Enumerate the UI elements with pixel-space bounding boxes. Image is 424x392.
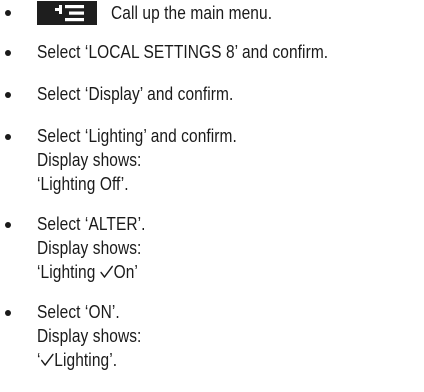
step-text: Select ‘ALTER’. [37,214,146,234]
bullet [5,92,11,98]
display-value: ‘Lighting’. [37,348,117,372]
step-text: Select ‘ON’. [37,302,120,322]
display-shows-label: Display shows: [37,326,142,346]
bullet [5,134,11,140]
bullet [5,222,11,228]
display-value: ‘Lighting Off’. [37,174,129,194]
display-value-suffix: Lighting’. [54,350,118,370]
display-shows-label: Display shows: [37,238,142,258]
checkmark-icon [41,353,54,366]
step-text: Select ‘LOCAL SETTINGS 8’ and confirm. [37,42,329,62]
display-value: ‘Lighting On’ [37,260,138,284]
display-shows-label: Display shows: [37,150,142,170]
menu-key-icon [37,1,97,25]
bullet [5,10,11,16]
display-value-prefix: ‘Lighting [37,262,100,282]
checkmark-icon [100,265,113,278]
step-text: Call up the main menu. [111,3,273,23]
step-text: Select ‘Lighting’ and confirm. [37,126,237,146]
bullet [5,50,11,56]
display-value-suffix: On’ [113,262,138,282]
bullet [5,310,11,316]
step-text: Select ‘Display’ and confirm. [37,84,234,104]
